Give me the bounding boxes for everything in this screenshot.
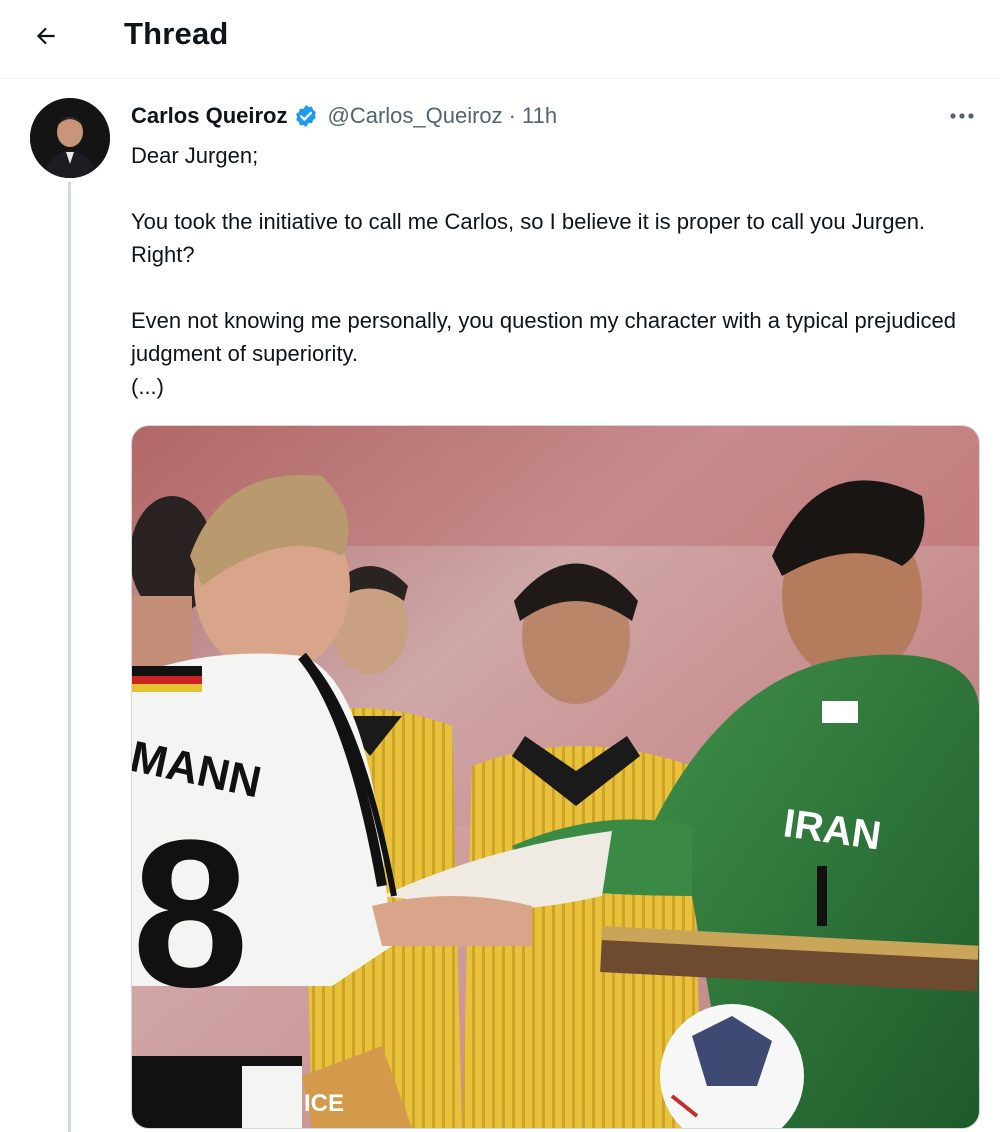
tweet-line-paragraph-2: Even not knowing me personally, you ques… [131,308,957,366]
tweet-text: Dear Jurgen; You took the initiative to … [131,139,976,403]
arrow-left-icon [36,27,55,45]
tweet-line-greeting: Dear Jurgen; [131,143,259,168]
avatar[interactable] [30,98,110,178]
back-button[interactable] [22,14,70,58]
separator-dot: · [508,103,516,128]
tweet-timestamp[interactable]: 11h [522,103,557,129]
more-dots-icon [950,113,974,119]
user-handle[interactable]: @Carlos_Queiroz [327,103,502,129]
display-name[interactable]: Carlos Queiroz [131,103,287,129]
tweet-photo[interactable]: IRAN MANN 8 ICE [131,425,980,1129]
more-options-button[interactable] [940,100,984,132]
tweet-header: Carlos Queiroz @Carlos_Queiroz · 11h [131,100,557,132]
thread-header: Thread [0,0,1000,79]
thread-connector-line [68,182,71,1132]
tweet-line-ellipsis: (...) [131,374,164,399]
page-title: Thread [124,16,229,51]
jersey-number-text: 8 [132,796,249,1031]
sponsor-text: ICE [304,1090,344,1117]
tweet-line-paragraph-1: You took the initiative to call me Carlo… [131,209,926,267]
verified-badge-icon [293,103,319,129]
